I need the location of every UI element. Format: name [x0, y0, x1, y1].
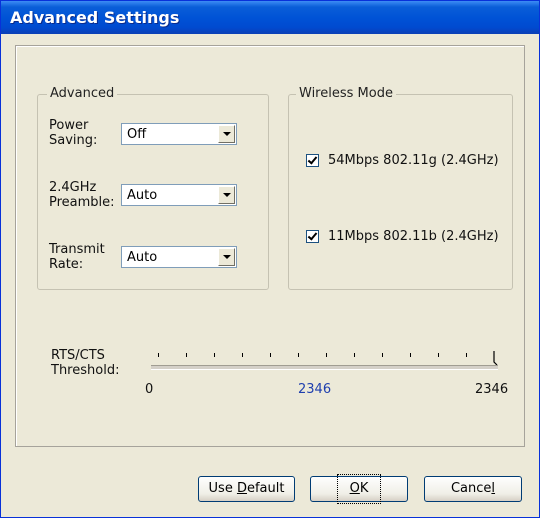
slider-tick [382, 353, 383, 357]
slider-min-value: 0 [145, 382, 154, 397]
cancel-button[interactable]: Cancel [424, 476, 522, 502]
checkbox-11mbps[interactable] [306, 230, 319, 243]
ok-button[interactable]: OK [310, 474, 408, 504]
preamble-select[interactable]: Auto [121, 184, 237, 206]
title-bar[interactable]: Advanced Settings [1, 1, 539, 34]
slider-tick [466, 353, 467, 357]
power-saving-value: Off [127, 127, 147, 142]
slider-tick [158, 353, 159, 357]
rts-cts-label: RTS/CTS Threshold: [51, 348, 120, 378]
slider-tick [298, 353, 299, 357]
slider-tick [242, 353, 243, 357]
slider-thumb[interactable] [493, 351, 499, 365]
settings-panel: Advanced Power Saving: Off 2.4GHz Preamb… [15, 45, 525, 447]
slider-current-value: 2346 [298, 382, 332, 397]
use-default-button[interactable]: Use Default [198, 476, 295, 502]
window-title: Advanced Settings [10, 8, 180, 27]
power-saving-select[interactable]: Off [121, 123, 237, 145]
slider-tick [410, 353, 411, 357]
slider-tick [214, 353, 215, 357]
power-saving-label: Power Saving: [49, 118, 98, 148]
slider-tick [438, 353, 439, 357]
advanced-group-title: Advanced [47, 86, 118, 101]
chevron-down-icon[interactable] [218, 186, 235, 204]
slider-track[interactable] [151, 365, 498, 370]
transmit-rate-select[interactable]: Auto [121, 246, 237, 268]
advanced-group: Advanced Power Saving: Off 2.4GHz Preamb… [37, 86, 269, 290]
slider-tick [354, 353, 355, 357]
slider-max-value: 2346 [475, 382, 509, 397]
slider-tick [270, 353, 271, 357]
advanced-settings-dialog: Advanced Settings Advanced Power Saving:… [0, 0, 540, 518]
preamble-value: Auto [127, 188, 158, 203]
slider-tick [326, 353, 327, 357]
checkbox-54mbps-label[interactable]: 54Mbps 802.11g (2.4GHz) [328, 153, 499, 168]
wireless-mode-group: Wireless Mode 54Mbps 802.11g (2.4GHz) 11… [288, 86, 513, 290]
slider-tick [186, 353, 187, 357]
chevron-down-icon[interactable] [218, 125, 235, 143]
transmit-rate-value: Auto [127, 250, 158, 265]
checkbox-54mbps[interactable] [306, 154, 319, 167]
chevron-down-icon[interactable] [218, 248, 235, 266]
transmit-rate-label: Transmit Rate: [49, 242, 105, 272]
wireless-mode-group-title: Wireless Mode [296, 86, 396, 101]
preamble-label: 2.4GHz Preamble: [49, 180, 115, 210]
checkbox-11mbps-label[interactable]: 11Mbps 802.11b (2.4GHz) [328, 229, 499, 244]
